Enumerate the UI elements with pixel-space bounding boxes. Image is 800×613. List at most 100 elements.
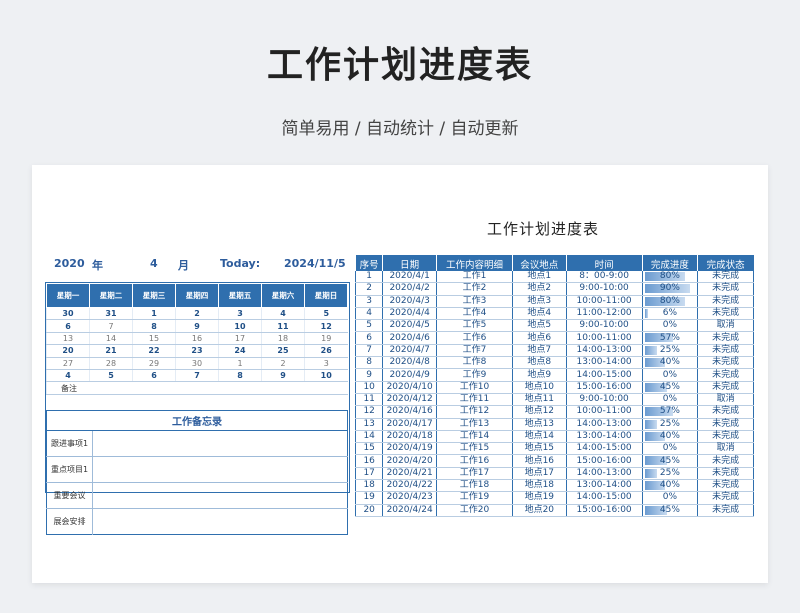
calendar-day-cell[interactable]: 30 bbox=[175, 357, 219, 370]
plan-time-cell[interactable]: 11:00-12:00 bbox=[565, 307, 643, 321]
plan-progress-cell[interactable]: 40% bbox=[641, 356, 698, 370]
plan-date-cell[interactable]: 2020/4/7 bbox=[382, 344, 437, 358]
plan-progress-cell[interactable]: 0% bbox=[641, 319, 698, 333]
calendar-day-cell[interactable]: 4 bbox=[46, 369, 90, 383]
plan-task-cell[interactable]: 工作19 bbox=[436, 491, 513, 505]
plan-status-cell[interactable]: 未完成 bbox=[697, 418, 754, 431]
plan-date-cell[interactable]: 2020/4/3 bbox=[382, 295, 437, 308]
memo-row-value[interactable] bbox=[92, 456, 348, 483]
plan-location-cell[interactable]: 地点17 bbox=[511, 467, 567, 481]
plan-time-cell[interactable]: 8：00-9:00 bbox=[565, 271, 643, 284]
plan-time-cell[interactable]: 14:00-15:00 bbox=[565, 491, 643, 505]
plan-status-cell[interactable]: 未完成 bbox=[697, 405, 754, 419]
plan-location-cell[interactable]: 地点3 bbox=[511, 295, 567, 308]
plan-location-cell[interactable]: 地点4 bbox=[511, 307, 567, 321]
plan-status-cell[interactable]: 未完成 bbox=[697, 467, 754, 481]
plan-progress-cell[interactable]: 40% bbox=[641, 479, 698, 493]
plan-time-cell[interactable]: 14:00-15:00 bbox=[565, 442, 643, 456]
plan-date-cell[interactable]: 2020/4/5 bbox=[382, 319, 437, 333]
plan-progress-cell[interactable]: 45% bbox=[641, 454, 698, 468]
plan-status-cell[interactable]: 未完成 bbox=[697, 491, 754, 505]
plan-task-cell[interactable]: 工作17 bbox=[436, 467, 513, 481]
plan-status-cell[interactable]: 未完成 bbox=[697, 479, 754, 493]
plan-date-cell[interactable]: 2020/4/20 bbox=[382, 454, 437, 468]
plan-seq-cell[interactable]: 5 bbox=[354, 319, 383, 333]
calendar-day-cell[interactable]: 31 bbox=[89, 307, 133, 321]
plan-task-cell[interactable]: 工作9 bbox=[436, 368, 513, 382]
plan-task-cell[interactable]: 工作14 bbox=[436, 430, 513, 444]
plan-progress-cell[interactable]: 0% bbox=[641, 393, 698, 407]
calendar-day-cell[interactable]: 10 bbox=[218, 319, 262, 333]
plan-location-cell[interactable]: 地点9 bbox=[511, 368, 567, 382]
plan-seq-cell[interactable]: 6 bbox=[354, 331, 383, 345]
plan-status-cell[interactable]: 未完成 bbox=[697, 282, 754, 296]
year-value[interactable]: 2020 bbox=[54, 257, 85, 270]
plan-task-cell[interactable]: 工作1 bbox=[436, 271, 513, 284]
plan-location-cell[interactable]: 地点18 bbox=[511, 479, 567, 493]
plan-task-cell[interactable]: 工作12 bbox=[436, 405, 513, 419]
plan-task-cell[interactable]: 工作6 bbox=[436, 331, 513, 345]
plan-location-cell[interactable]: 地点6 bbox=[511, 331, 567, 345]
month-value[interactable]: 4 bbox=[150, 257, 158, 270]
plan-seq-cell[interactable]: 17 bbox=[354, 467, 383, 481]
plan-date-cell[interactable]: 2020/4/21 bbox=[382, 467, 437, 481]
plan-time-cell[interactable]: 15:00-16:00 bbox=[565, 381, 643, 394]
plan-time-cell[interactable]: 9:00-10:00 bbox=[565, 393, 643, 407]
plan-progress-cell[interactable]: 6% bbox=[641, 307, 698, 321]
calendar-day-cell[interactable]: 18 bbox=[261, 332, 305, 346]
plan-progress-cell[interactable]: 0% bbox=[641, 368, 698, 382]
calendar-day-cell[interactable]: 8 bbox=[132, 319, 176, 333]
plan-location-cell[interactable]: 地点8 bbox=[511, 356, 567, 370]
calendar-day-cell[interactable]: 19 bbox=[304, 332, 348, 346]
plan-seq-cell[interactable]: 18 bbox=[354, 479, 383, 493]
memo-row-value[interactable] bbox=[92, 508, 348, 535]
plan-progress-cell[interactable]: 45% bbox=[641, 504, 698, 517]
calendar-day-cell[interactable]: 4 bbox=[261, 307, 305, 321]
plan-location-cell[interactable]: 地点11 bbox=[511, 393, 567, 407]
plan-task-cell[interactable]: 工作10 bbox=[436, 381, 513, 394]
plan-date-cell[interactable]: 2020/4/17 bbox=[382, 418, 437, 431]
plan-status-cell[interactable]: 未完成 bbox=[697, 504, 754, 517]
plan-date-cell[interactable]: 2020/4/23 bbox=[382, 491, 437, 505]
plan-status-cell[interactable]: 未完成 bbox=[697, 331, 754, 345]
plan-time-cell[interactable]: 13:00-14:00 bbox=[565, 430, 643, 444]
calendar-day-cell[interactable]: 11 bbox=[261, 319, 305, 333]
plan-task-cell[interactable]: 工作11 bbox=[436, 393, 513, 407]
plan-task-cell[interactable]: 工作7 bbox=[436, 344, 513, 358]
plan-status-cell[interactable]: 未完成 bbox=[697, 295, 754, 308]
calendar-day-cell[interactable]: 16 bbox=[175, 332, 219, 346]
memo-row-value[interactable] bbox=[92, 482, 348, 509]
plan-date-cell[interactable]: 2020/4/4 bbox=[382, 307, 437, 321]
plan-seq-cell[interactable]: 12 bbox=[354, 405, 383, 419]
calendar-day-cell[interactable]: 2 bbox=[175, 307, 219, 321]
plan-task-cell[interactable]: 工作8 bbox=[436, 356, 513, 370]
plan-date-cell[interactable]: 2020/4/18 bbox=[382, 430, 437, 444]
plan-location-cell[interactable]: 地点13 bbox=[511, 418, 567, 431]
plan-progress-cell[interactable]: 80% bbox=[641, 295, 698, 308]
plan-progress-cell[interactable]: 57% bbox=[641, 405, 698, 419]
calendar-day-cell[interactable]: 28 bbox=[89, 357, 133, 370]
calendar-day-cell[interactable]: 6 bbox=[46, 319, 90, 333]
plan-seq-cell[interactable]: 19 bbox=[354, 491, 383, 505]
plan-task-cell[interactable]: 工作16 bbox=[436, 454, 513, 468]
plan-status-cell[interactable]: 未完成 bbox=[697, 381, 754, 394]
plan-task-cell[interactable]: 工作3 bbox=[436, 295, 513, 308]
plan-date-cell[interactable]: 2020/4/1 bbox=[382, 271, 437, 284]
plan-task-cell[interactable]: 工作20 bbox=[436, 504, 513, 517]
plan-progress-cell[interactable]: 45% bbox=[641, 381, 698, 394]
plan-task-cell[interactable]: 工作4 bbox=[436, 307, 513, 321]
plan-task-cell[interactable]: 工作2 bbox=[436, 282, 513, 296]
plan-time-cell[interactable]: 9:00-10:00 bbox=[565, 282, 643, 296]
plan-status-cell[interactable]: 未完成 bbox=[697, 454, 754, 468]
plan-location-cell[interactable]: 地点14 bbox=[511, 430, 567, 444]
plan-time-cell[interactable]: 15:00-16:00 bbox=[565, 504, 643, 517]
plan-seq-cell[interactable]: 2 bbox=[354, 282, 383, 296]
plan-time-cell[interactable]: 14:00-15:00 bbox=[565, 368, 643, 382]
plan-seq-cell[interactable]: 10 bbox=[354, 381, 383, 394]
plan-progress-cell[interactable]: 80% bbox=[641, 271, 698, 284]
plan-seq-cell[interactable]: 15 bbox=[354, 442, 383, 456]
plan-date-cell[interactable]: 2020/4/22 bbox=[382, 479, 437, 493]
plan-status-cell[interactable]: 未完成 bbox=[697, 430, 754, 444]
calendar-day-cell[interactable]: 9 bbox=[261, 369, 305, 383]
calendar-day-cell[interactable]: 1 bbox=[218, 357, 262, 370]
